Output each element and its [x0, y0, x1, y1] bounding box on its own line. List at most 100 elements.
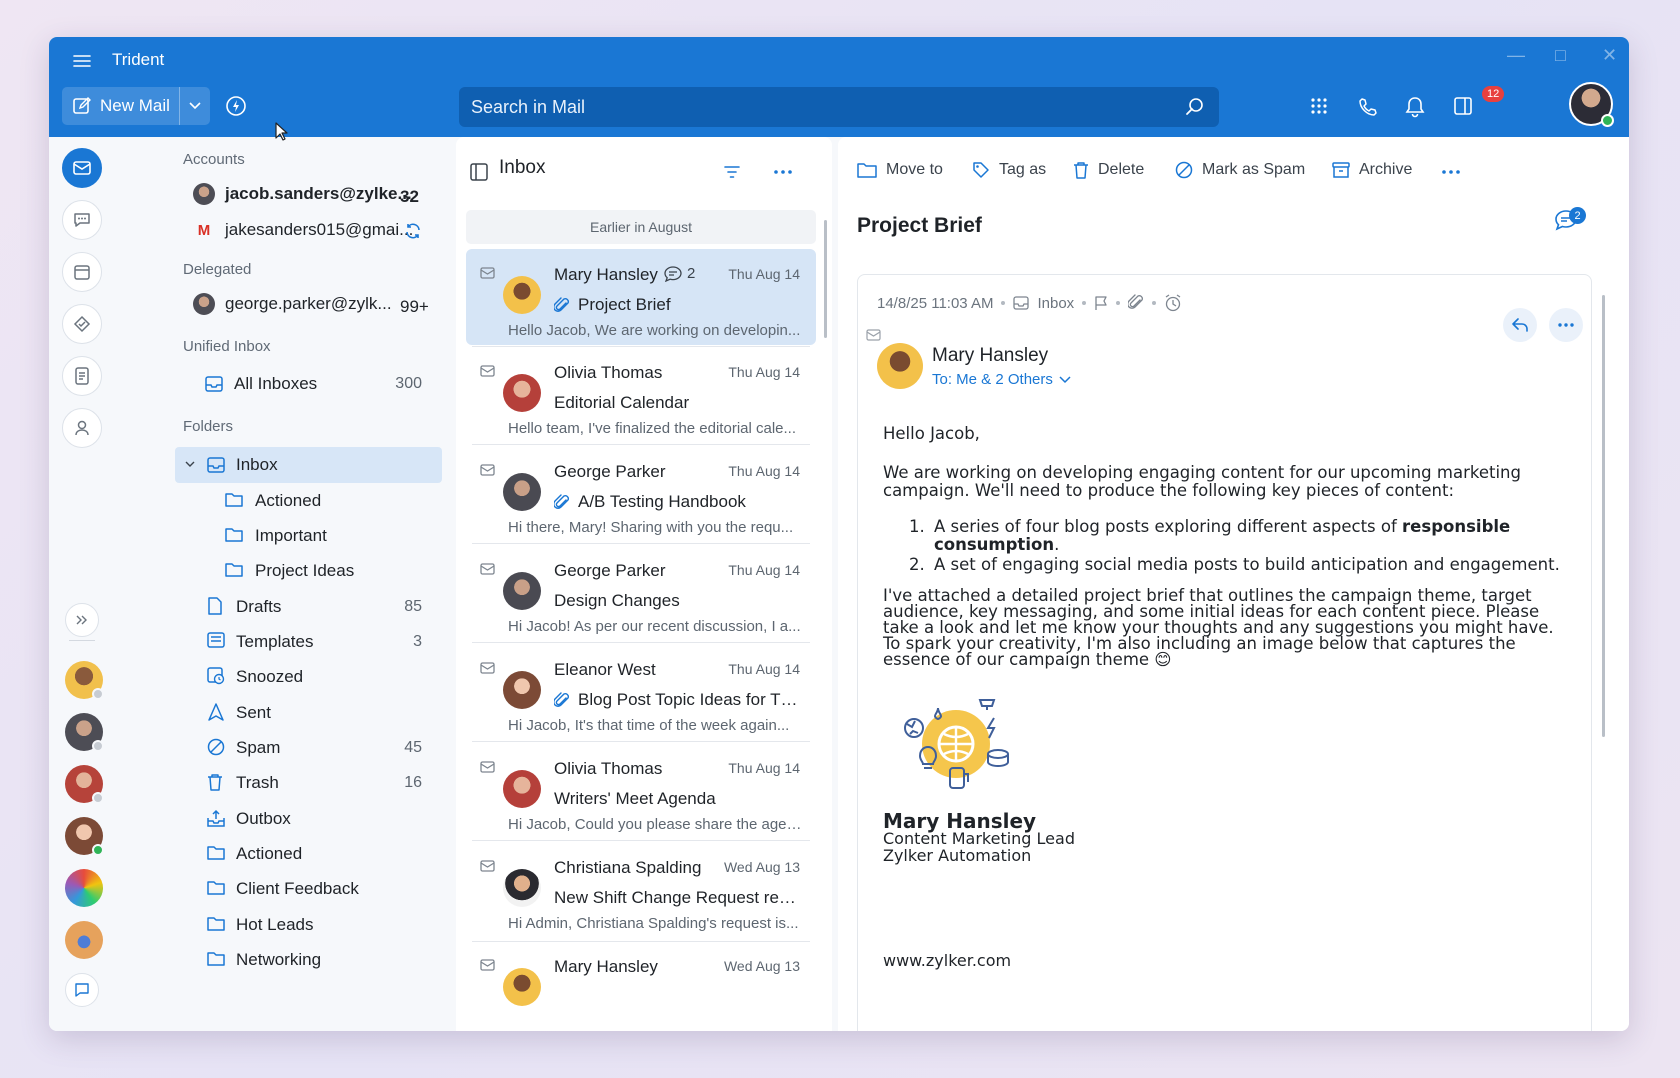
envelope-icon[interactable]	[480, 365, 495, 377]
folder-project-ideas[interactable]: Project Ideas	[175, 553, 442, 589]
mail-subject: Writers' Meet Agenda	[554, 789, 716, 808]
rail-feedback[interactable]	[65, 973, 99, 1007]
mail-item[interactable]: George Parker Thu Aug 14 Design Changes …	[466, 543, 816, 641]
folder-actioned[interactable]: Actioned	[175, 483, 442, 519]
folder-label: Snoozed	[236, 667, 304, 686]
filter-icon[interactable]	[724, 165, 740, 179]
email-paragraph: To spark your creativity, I'm also inclu…	[883, 634, 1516, 669]
avatar[interactable]	[65, 765, 104, 804]
rail-mail[interactable]	[62, 148, 102, 188]
avatar[interactable]	[65, 869, 103, 907]
folder-client-feedback[interactable]: Client Feedback	[175, 871, 442, 907]
divider	[472, 346, 810, 347]
hamburger-menu-icon[interactable]	[71, 51, 93, 71]
sender-name[interactable]: Mary Hansley	[932, 345, 1048, 367]
sender-avatar[interactable]	[877, 343, 923, 389]
envelope-icon[interactable]	[480, 267, 495, 279]
folder-actioned-2[interactable]: Actioned	[175, 836, 442, 872]
new-mail-main[interactable]: New Mail	[62, 87, 179, 125]
close-icon[interactable]: ✕	[1602, 45, 1617, 66]
folder-drafts[interactable]: Drafts 85	[175, 589, 442, 625]
folder-move-icon	[857, 163, 877, 178]
mail-item[interactable]: Olivia Thomas Thu Aug 14 Editorial Calen…	[466, 346, 816, 443]
maximize-icon[interactable]: □	[1555, 45, 1566, 66]
account-item[interactable]: jacob.sanders@zylke...	[193, 183, 412, 205]
archive-button[interactable]: Archive	[1332, 161, 1412, 179]
sync-icon[interactable]	[404, 222, 422, 240]
app-rail	[49, 137, 115, 1031]
account-name: jakesanders015@gmai...	[225, 220, 414, 239]
delegated-account-item[interactable]: george.parker@zylk...	[193, 293, 392, 315]
rail-contacts[interactable]	[62, 408, 102, 448]
chevron-down-icon[interactable]	[185, 461, 195, 468]
minimize-icon[interactable]: —	[1507, 45, 1525, 66]
new-mail-dropdown[interactable]	[180, 87, 210, 125]
avatar[interactable]	[65, 661, 104, 700]
envelope-icon[interactable]	[480, 563, 495, 575]
panel-toggle-icon[interactable]	[1453, 96, 1473, 116]
phone-icon[interactable]	[1357, 96, 1379, 118]
folder-spam[interactable]: Spam 45	[175, 730, 442, 766]
envelope-icon[interactable]	[480, 860, 495, 872]
apps-grid-icon[interactable]	[1309, 96, 1329, 116]
expand-rail-button[interactable]	[65, 603, 99, 637]
signature-website-link[interactable]: www.zylker.com	[883, 952, 1563, 969]
sidebar-toggle-icon[interactable]	[470, 163, 488, 181]
folder-sent[interactable]: Sent	[175, 695, 442, 731]
search-icon[interactable]	[1185, 97, 1205, 117]
mail-item[interactable]: Mary Hansley Wed Aug 13	[466, 941, 816, 1031]
folder-important[interactable]: Important	[175, 518, 442, 554]
mark-as-spam-button[interactable]: Mark as Spam	[1175, 161, 1305, 179]
folder-all-inboxes[interactable]: All Inboxes 300	[175, 366, 442, 402]
mail-item[interactable]: Mary Hansley 2 Thu Aug 14 Project Brief …	[466, 249, 816, 345]
folder-networking[interactable]: Networking	[175, 942, 442, 978]
avatar[interactable]	[65, 713, 104, 752]
mail-list-title: Inbox	[499, 157, 546, 178]
campaign-theme-image[interactable]	[900, 694, 1010, 794]
user-avatar[interactable]	[1569, 82, 1614, 127]
folder-templates[interactable]: Templates 3	[175, 624, 442, 660]
flag-icon[interactable]	[1094, 295, 1108, 311]
rail-calendar[interactable]	[62, 252, 102, 292]
folder-snoozed[interactable]: Snoozed	[175, 659, 442, 695]
quick-actions-icon[interactable]	[225, 95, 247, 117]
mail-item[interactable]: Christiana Spalding Wed Aug 13 New Shift…	[466, 840, 816, 938]
scrollbar[interactable]	[824, 220, 827, 338]
more-options-icon[interactable]	[1442, 170, 1460, 174]
bell-icon[interactable]	[1405, 96, 1425, 118]
envelope-icon[interactable]	[480, 761, 495, 773]
reminder-icon[interactable]	[1164, 294, 1182, 312]
rail-notes[interactable]	[62, 356, 102, 396]
mail-item[interactable]: George Parker Thu Aug 14 A/B Testing Han…	[466, 444, 816, 542]
mail-item[interactable]: Olivia Thomas Thu Aug 14 Writers' Meet A…	[466, 741, 816, 839]
delete-button[interactable]: Delete	[1073, 161, 1144, 179]
folder-hot-leads[interactable]: Hot Leads	[175, 907, 442, 943]
mail-sender: Eleanor West	[554, 660, 656, 679]
attachment-icon[interactable]	[1128, 294, 1144, 312]
folder-inbox[interactable]: Inbox	[175, 447, 442, 483]
folder-outbox[interactable]: Outbox	[175, 801, 442, 837]
folder-count: 16	[404, 774, 422, 791]
email-more-button[interactable]	[1549, 308, 1583, 342]
rail-chat[interactable]	[62, 200, 102, 240]
reply-button[interactable]	[1503, 308, 1537, 342]
avatar[interactable]	[65, 817, 104, 856]
mail-item[interactable]: Eleanor West Thu Aug 14 Blog Post Topic …	[466, 642, 816, 740]
scrollbar[interactable]	[1602, 295, 1605, 737]
account-item[interactable]: M jakesanders015@gmai...	[193, 219, 414, 241]
tag-as-button[interactable]: Tag as	[972, 161, 1046, 179]
move-to-button[interactable]: Move to	[857, 161, 943, 179]
recipients-toggle[interactable]: To: Me & 2 Others	[932, 371, 1071, 388]
sent-icon	[208, 703, 224, 721]
envelope-icon[interactable]	[480, 662, 495, 674]
rail-tasks[interactable]	[62, 304, 102, 344]
more-options-icon[interactable]	[774, 170, 792, 174]
envelope-icon[interactable]	[866, 329, 881, 341]
folder-count: 300	[395, 375, 422, 392]
envelope-icon[interactable]	[480, 959, 495, 971]
envelope-icon[interactable]	[480, 464, 495, 476]
folder-trash[interactable]: Trash 16	[175, 765, 442, 801]
search-input[interactable]: Search in Mail	[459, 87, 1219, 127]
new-mail-button[interactable]: New Mail	[62, 87, 210, 125]
avatar[interactable]	[65, 921, 103, 959]
